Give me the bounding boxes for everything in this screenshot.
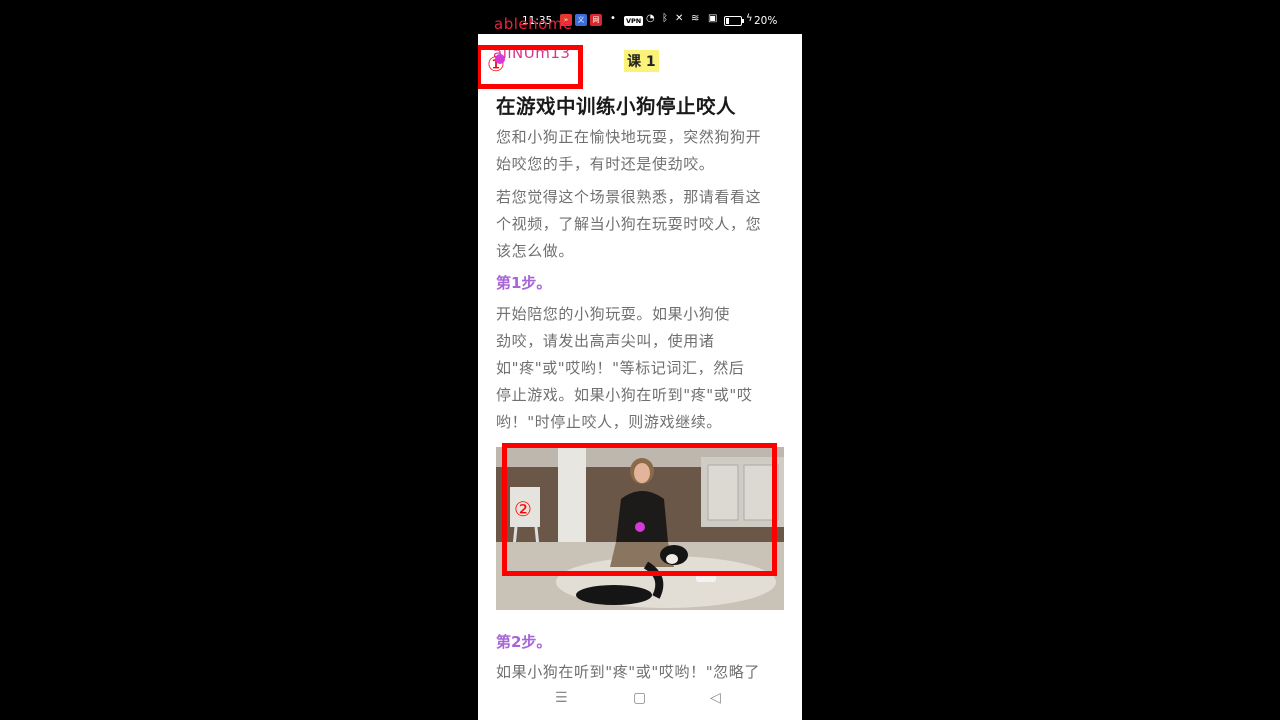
notification-app-icon: 网 [590, 14, 602, 26]
lesson-badge: 课 1 [624, 50, 659, 72]
battery-icon [724, 16, 742, 26]
vpn-icon: VPN [624, 16, 644, 26]
text-line: 如"疼"或"哎哟！"等标记词汇，然后 [496, 359, 745, 377]
home-icon[interactable]: ▢ [633, 690, 646, 706]
dot-icon: • [610, 13, 616, 24]
system-nav-bar: ☰ ▢ ◁ [478, 684, 802, 720]
wifi-icon: ≋ [691, 13, 700, 24]
notification-app-icon: 义 [575, 14, 587, 26]
text-line: 若您觉得这个场景很熟悉，那请看看这 [496, 188, 762, 206]
article-content[interactable]: allNUm13 课 1 在游戏中训练小狗停止咬人 您和小狗正在愉快地玩耍，突然… [478, 34, 802, 684]
step1-heading: 第1步。 [496, 274, 552, 292]
text-line: 开始陪您的小狗玩耍。如果小狗使 [496, 305, 731, 323]
text-line: 您和小狗正在愉快地玩耍，突然狗狗开 [496, 128, 762, 146]
text-line: 劲咬，请发出高声尖叫，使用诸 [496, 332, 715, 350]
tap-indicator-dot [635, 522, 645, 532]
step1-paragraph: 开始陪您的小狗玩耍。如果小狗使 劲咬，请发出高声尖叫，使用诸 如"疼"或"哎哟！… [496, 301, 753, 436]
intro-paragraph-2: 若您觉得这个场景很熟悉，那请看看这 个视频，了解当小狗在玩耍时咬人，您 该怎么做… [496, 184, 761, 265]
battery-fill [726, 18, 729, 24]
recording-overlay-label: ablehome [494, 15, 573, 33]
status-bar: 11:35 » 义 网 • VPN ◔ ᛒ ✕ ≋ ▣ ϟ 20% ableho… [478, 0, 802, 34]
menu-icon[interactable]: ☰ [555, 690, 568, 706]
bluetooth-icon: ᛒ [662, 13, 668, 24]
article-title: 在游戏中训练小狗停止咬人 [496, 95, 737, 118]
text-line: 该怎么做。 [496, 242, 575, 260]
charging-icon: ϟ [746, 13, 753, 24]
battery-cap [742, 19, 744, 23]
text-line: 如果小狗在听到"疼"或"哎哟！"忽略了 [496, 663, 760, 681]
signal-icon: ▣ [708, 13, 718, 24]
speed-icon: ◔ [646, 13, 655, 24]
text-line: 个视频，了解当小狗在玩耍时咬人，您 [496, 215, 762, 233]
battery-percent: 20% [754, 15, 778, 27]
text-line: 始咬您的手，有时还是使劲咬。 [496, 155, 715, 173]
annotation-box-2 [502, 443, 777, 576]
mute-icon: ✕ [675, 13, 684, 24]
intro-paragraph-1: 您和小狗正在愉快地玩耍，突然狗狗开 始咬您的手，有时还是使劲咬。 [496, 124, 761, 178]
step2-heading: 第2步。 [496, 633, 552, 651]
text-line: 停止游戏。如果小狗在听到"疼"或"哎 [496, 386, 753, 404]
back-icon[interactable]: ◁ [710, 690, 721, 706]
annotation-number-2: ② [514, 497, 532, 521]
step2-paragraph: 如果小狗在听到"疼"或"哎哟！"忽略了 [496, 659, 760, 684]
tap-indicator-dot [495, 54, 505, 64]
phone-screen: 11:35 » 义 网 • VPN ◔ ᛒ ✕ ≋ ▣ ϟ 20% ableho… [478, 0, 802, 720]
text-line: 哟！"时停止咬人，则游戏继续。 [496, 413, 722, 431]
